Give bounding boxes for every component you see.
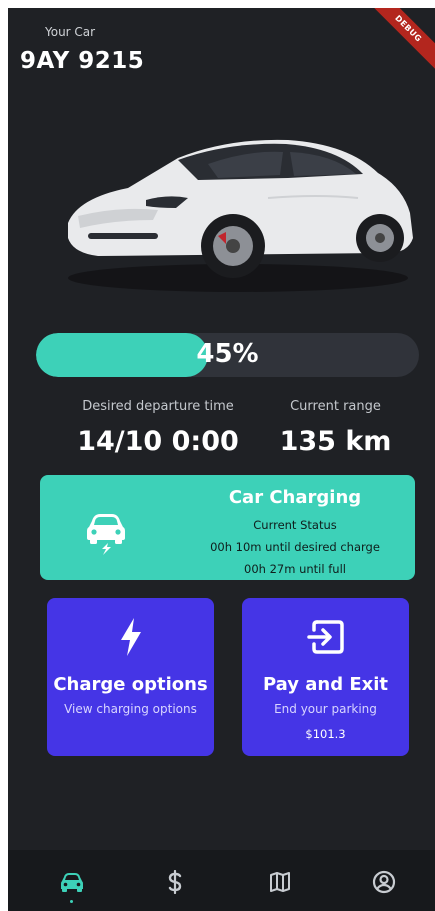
app-screen: DEBUG Your Car 9AY 9215 45% Desired depa… <box>8 8 435 911</box>
car-charging-title: Car Charging <box>228 487 362 508</box>
time-until-full: 00h 27m until full <box>244 562 346 576</box>
charge-options-card[interactable]: Charge options View charging options <box>47 598 214 756</box>
car-charging-card[interactable]: Car Charging Current Status 00h 10m unti… <box>40 475 415 580</box>
departure-time-label: Desired departure time <box>82 399 234 414</box>
your-car-label: Your Car <box>45 25 96 39</box>
nav-account[interactable] <box>370 868 398 896</box>
bottom-navigation <box>8 850 435 911</box>
active-nav-indicator <box>70 900 73 903</box>
map-icon <box>270 872 290 892</box>
current-range-label: Current range <box>290 399 381 414</box>
battery-progress-bar: 45% <box>36 333 419 377</box>
current-status-label: Current Status <box>253 518 337 532</box>
bolt-icon <box>120 618 141 656</box>
account-icon <box>372 870 396 894</box>
dollar-icon <box>168 870 182 894</box>
pay-and-exit-subtitle: End your parking <box>274 702 377 716</box>
nav-car[interactable] <box>58 868 86 896</box>
time-until-desired-charge: 00h 10m until desired charge <box>210 540 380 554</box>
departure-time-value: 14/10 0:00 <box>77 426 239 457</box>
license-plate: 9AY 9215 <box>20 48 145 74</box>
pay-and-exit-title: Pay and Exit <box>262 674 389 695</box>
exit-icon <box>306 620 344 654</box>
charge-options-subtitle: View charging options <box>64 702 197 716</box>
nav-payments[interactable] <box>161 868 189 896</box>
parking-price: $101.3 <box>305 727 346 741</box>
charge-options-title: Charge options <box>53 674 208 695</box>
car-image <box>68 139 413 292</box>
debug-banner: DEBUG <box>362 8 435 75</box>
car-icon <box>61 873 83 892</box>
current-range-value: 135 km <box>279 426 392 457</box>
battery-percent-label: 45% <box>196 339 259 369</box>
nav-map[interactable] <box>266 868 294 896</box>
car-charging-icon <box>87 514 125 555</box>
pay-and-exit-card[interactable]: Pay and Exit End your parking $101.3 <box>242 598 409 756</box>
